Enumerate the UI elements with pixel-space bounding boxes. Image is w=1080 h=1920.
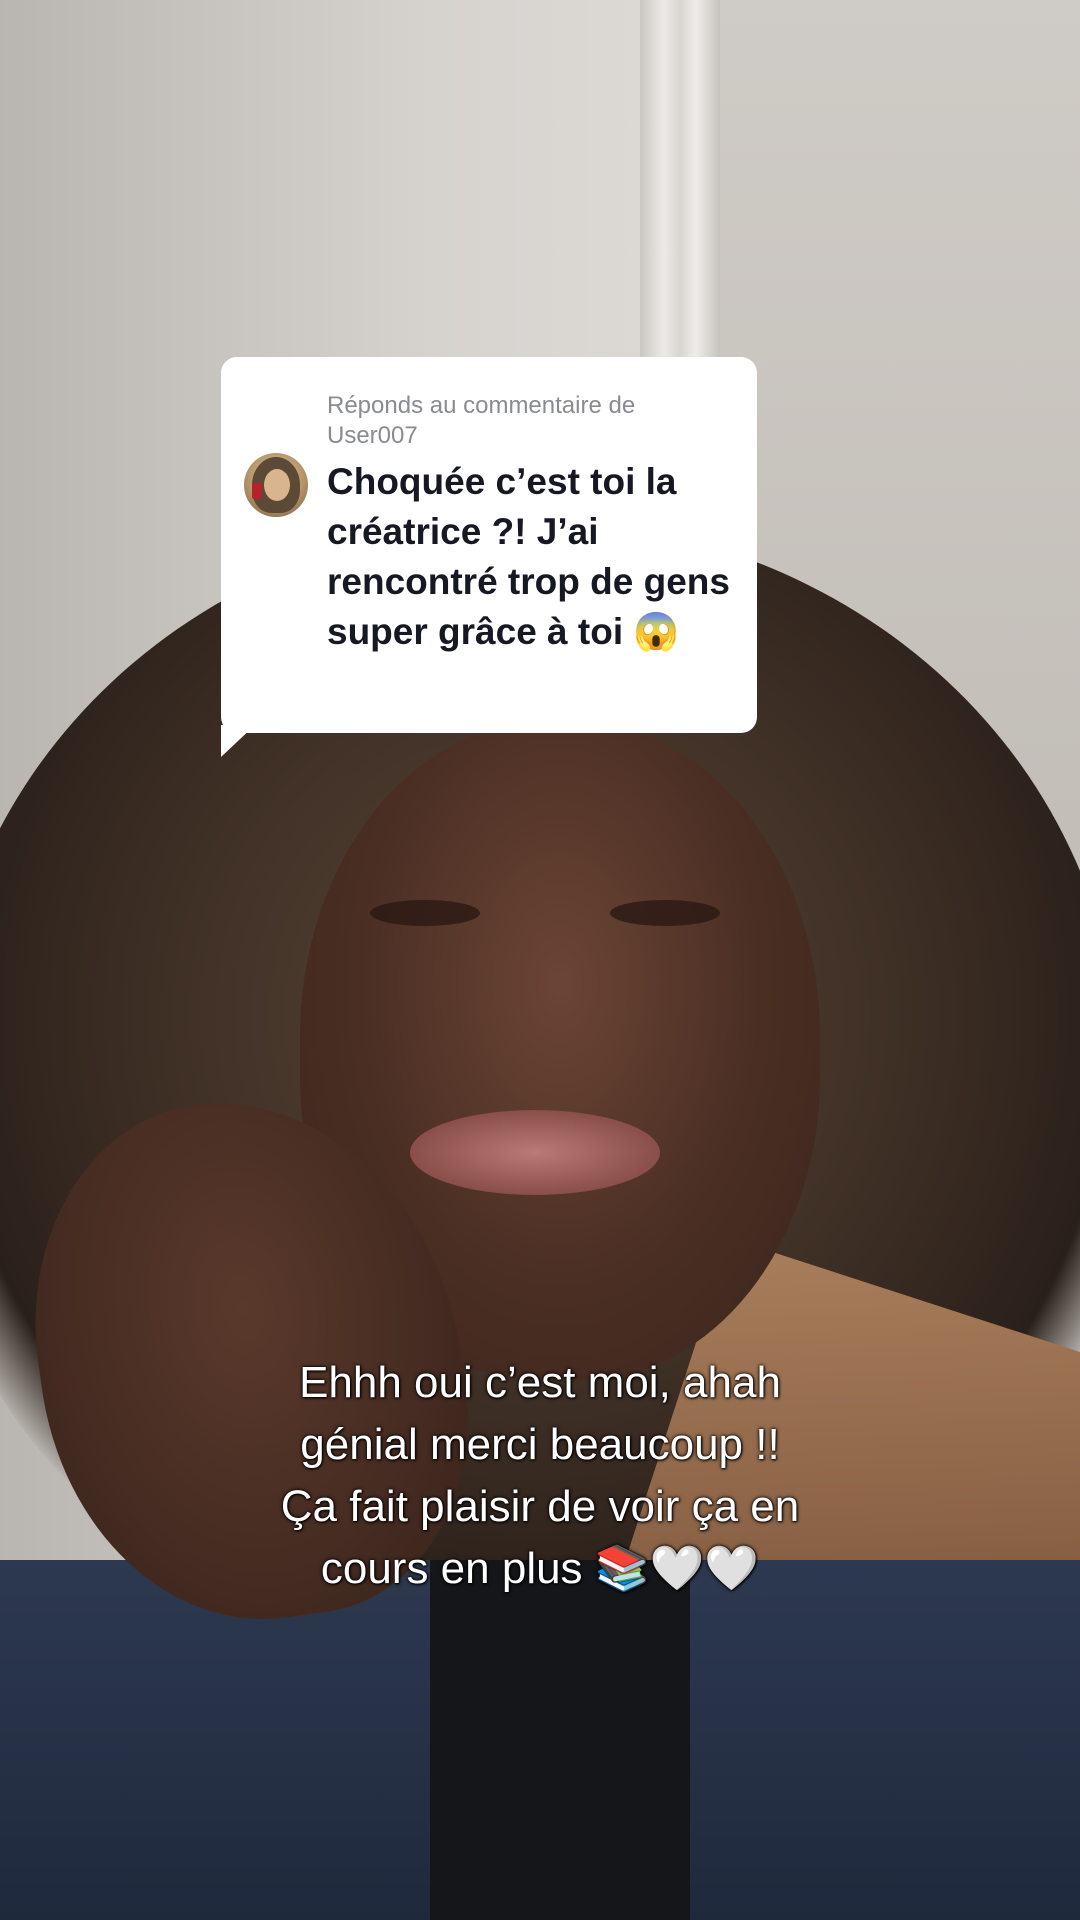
black-shirt xyxy=(430,1560,690,1920)
avatar-phone xyxy=(252,483,262,499)
reply-header: Réponds au commentaire de User007 xyxy=(327,391,727,451)
caption-line: génial merci beaucoup !! xyxy=(300,1420,780,1469)
video-frame[interactable]: Réponds au commentaire de User007 Choqué… xyxy=(0,0,1080,1920)
reply-comment-sticker[interactable]: Réponds au commentaire de User007 Choqué… xyxy=(221,357,757,733)
person-eye-left xyxy=(370,900,480,926)
reply-comment-text: Choquée c’est toi la créatrice ?! J’ai r… xyxy=(327,461,730,652)
caption-line: cours en plus 📚🤍🤍 xyxy=(320,1544,760,1593)
reply-username[interactable]: User007 xyxy=(327,422,418,449)
person-lips xyxy=(410,1110,660,1195)
reply-header-prefix: Réponds au commentaire de xyxy=(327,392,636,419)
person-eye-right xyxy=(610,900,720,926)
caption-line: Ehhh oui c’est moi, ahah xyxy=(299,1358,781,1407)
video-caption: Ehhh oui c’est moi, ahah génial merci be… xyxy=(140,1352,940,1600)
commenter-avatar[interactable] xyxy=(244,453,308,517)
reply-sticker-tail xyxy=(221,725,255,757)
caption-line: Ça fait plaisir de voir ça en xyxy=(280,1482,800,1531)
avatar-face xyxy=(264,469,290,501)
